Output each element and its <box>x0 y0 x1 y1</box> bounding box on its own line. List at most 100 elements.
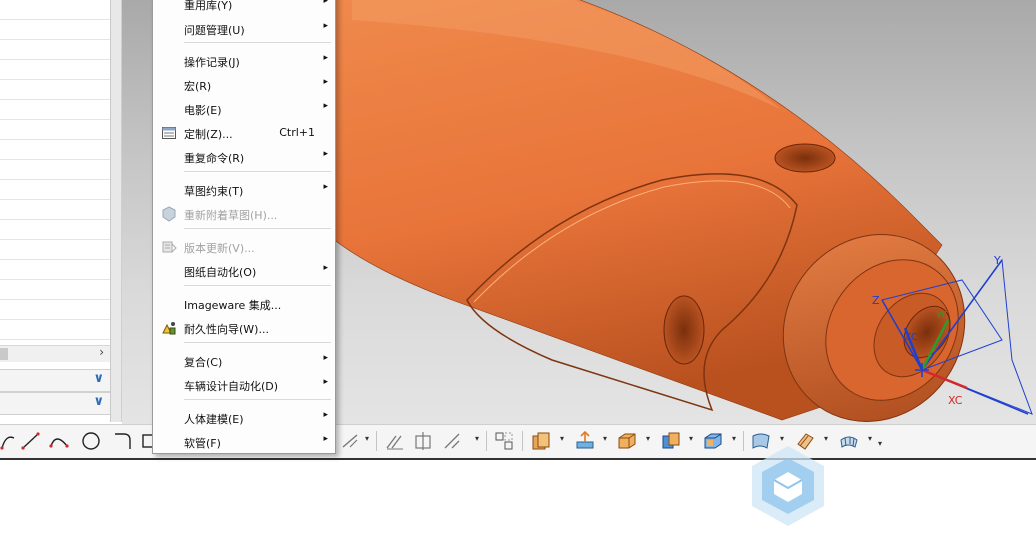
panel-splitter[interactable] <box>111 0 122 422</box>
menu-item[interactable]: 操作记录(J) ▸ <box>153 50 335 72</box>
submenu-arrow-icon: ▸ <box>323 53 328 63</box>
menu-item[interactable]: 软管(F) ▸ <box>153 431 335 453</box>
menu-item[interactable]: 定制(Z)... Ctrl+1 <box>153 122 335 144</box>
navigator-row[interactable] <box>0 140 110 160</box>
axis-label-z: Z <box>872 294 880 307</box>
submenu-arrow-icon: ▸ <box>323 410 328 420</box>
arc-3pt-icon[interactable] <box>48 430 70 452</box>
navigator-row[interactable] <box>0 240 110 260</box>
menu-item[interactable]: 电影(E) ▸ <box>153 98 335 120</box>
dropdown-arrow-icon[interactable]: ▾ <box>780 434 784 443</box>
dropdown-arrow-icon[interactable]: ▾ <box>560 434 564 443</box>
navigator-row[interactable] <box>0 260 110 280</box>
navigator-row[interactable] <box>0 300 110 320</box>
dropdown-arrow-icon[interactable]: ▾ <box>868 434 872 443</box>
dropdown-arrow-icon[interactable]: ▾ <box>732 434 736 443</box>
menu-item[interactable]: 复合(C) ▸ <box>153 350 335 372</box>
mesh-icon[interactable] <box>838 430 860 452</box>
menu-item[interactable]: Imageware 集成... <box>153 293 335 315</box>
scroll-right-arrow-icon[interactable]: › <box>99 345 104 359</box>
menu-item-label: 版本更新(V)... <box>184 242 255 255</box>
chevron-down-icon[interactable]: ∨ <box>93 371 104 386</box>
horizontal-scrollbar[interactable]: › <box>0 345 110 362</box>
durability-wizard-icon <box>162 322 176 335</box>
menu-item-label: 定制(Z)... <box>184 128 233 141</box>
collapsed-section-1[interactable]: ∨ <box>0 369 110 392</box>
navigator-row[interactable] <box>0 220 110 240</box>
menu-item-label: 重新附着草图(H)... <box>184 209 278 222</box>
dropdown-arrow-icon[interactable]: ▾ <box>824 434 828 443</box>
circle-icon[interactable] <box>80 430 102 452</box>
project-curve-icon[interactable] <box>340 430 362 452</box>
scrollbar-thumb[interactable] <box>0 348 8 360</box>
dropdown-arrow-icon[interactable]: ▾ <box>646 434 650 443</box>
menu-item-label: 操作记录(J) <box>184 56 240 69</box>
mirror-icon[interactable] <box>442 430 464 452</box>
pattern-icon[interactable] <box>493 430 515 452</box>
navigator-row[interactable] <box>0 320 110 340</box>
menu-item[interactable]: 图纸自动化(O) ▸ <box>153 260 335 282</box>
menu-item: 重新附着草图(H)... <box>153 203 335 225</box>
submenu-arrow-icon: ▸ <box>323 353 328 363</box>
shell-icon[interactable] <box>702 430 724 452</box>
navigator-row[interactable] <box>0 40 110 60</box>
toolbar-overflow-icon[interactable]: ▾ <box>878 439 882 448</box>
offset-curve-icon[interactable] <box>384 430 406 452</box>
menu-item-label: 人体建模(E) <box>184 413 244 426</box>
dropdown-arrow-icon[interactable]: ▾ <box>365 434 369 443</box>
menu-item-label: 草图约束(T) <box>184 185 244 198</box>
navigator-row[interactable] <box>0 200 110 220</box>
menu-item[interactable]: 车辆设计自动化(D) ▸ <box>153 374 335 396</box>
submenu-arrow-icon: ▸ <box>323 149 328 159</box>
navigator-row[interactable] <box>0 20 110 40</box>
menu-item-label: 软管(F) <box>184 437 221 450</box>
navigator-row[interactable] <box>0 280 110 300</box>
navigator-row[interactable] <box>0 160 110 180</box>
dropdown-arrow-icon[interactable]: ▾ <box>603 434 607 443</box>
menu-separator <box>184 171 331 172</box>
navigator-row[interactable] <box>0 180 110 200</box>
navigator-row[interactable] <box>0 0 110 20</box>
navigator-row[interactable] <box>0 80 110 100</box>
axis-label-y: Y <box>993 254 1001 267</box>
collapsed-section-2[interactable]: ∨ <box>0 392 110 415</box>
submenu-arrow-icon: ▸ <box>323 182 328 192</box>
menu-item[interactable]: 人体建模(E) ▸ <box>153 407 335 429</box>
navigator-row[interactable] <box>0 100 110 120</box>
submenu-arrow-icon: ▸ <box>323 263 328 273</box>
tools-dropdown-menu: 重用库(Y) ▸ 问题管理(U) ▸ 操作记录(J) ▸ 宏(R) ▸ 电影(E) ▸ 定制(Z).… <box>152 0 336 454</box>
fillet-icon[interactable] <box>112 430 134 452</box>
menu-item-shortcut: Ctrl+1 <box>279 126 315 139</box>
menu-item-label: 重复命令(R) <box>184 152 245 165</box>
trim-icon[interactable] <box>412 430 434 452</box>
menu-item[interactable]: 重用库(Y) ▸ <box>153 0 335 15</box>
menu-item-label: 电影(E) <box>184 104 222 117</box>
arc-icon[interactable] <box>0 430 22 452</box>
navigator-row[interactable] <box>0 60 110 80</box>
extrude-icon[interactable] <box>530 430 552 452</box>
line-icon[interactable] <box>20 430 42 452</box>
menu-item[interactable]: 宏(R) ▸ <box>153 74 335 96</box>
dropdown-arrow-icon[interactable]: ▾ <box>475 434 479 443</box>
menu-item[interactable]: 耐久性向导(W)... <box>153 317 335 339</box>
menu-item[interactable]: 重复命令(R) ▸ <box>153 146 335 168</box>
menu-item[interactable]: 草图约束(T) ▸ <box>153 179 335 201</box>
hole-top <box>774 143 836 173</box>
menu-item-label: 问题管理(U) <box>184 24 245 37</box>
move-face-icon[interactable] <box>574 430 596 452</box>
menu-item[interactable]: 问题管理(U) ▸ <box>153 18 335 40</box>
menu-item-label: 复合(C) <box>184 356 223 369</box>
menu-item: 版本更新(V)... <box>153 236 335 258</box>
unite-icon[interactable] <box>660 430 682 452</box>
menu-separator <box>184 399 331 400</box>
chevron-down-icon[interactable]: ∨ <box>93 394 104 409</box>
version-update-icon <box>162 241 177 253</box>
submenu-arrow-icon: ▸ <box>323 434 328 444</box>
menu-separator <box>184 42 331 43</box>
menu-item-label: Imageware 集成... <box>184 299 282 312</box>
menu-item-label: 宏(R) <box>184 80 212 93</box>
dropdown-arrow-icon[interactable]: ▾ <box>689 434 693 443</box>
block-icon[interactable] <box>616 430 638 452</box>
navigator-row[interactable] <box>0 120 110 140</box>
reattach-sketch-icon <box>162 206 176 222</box>
